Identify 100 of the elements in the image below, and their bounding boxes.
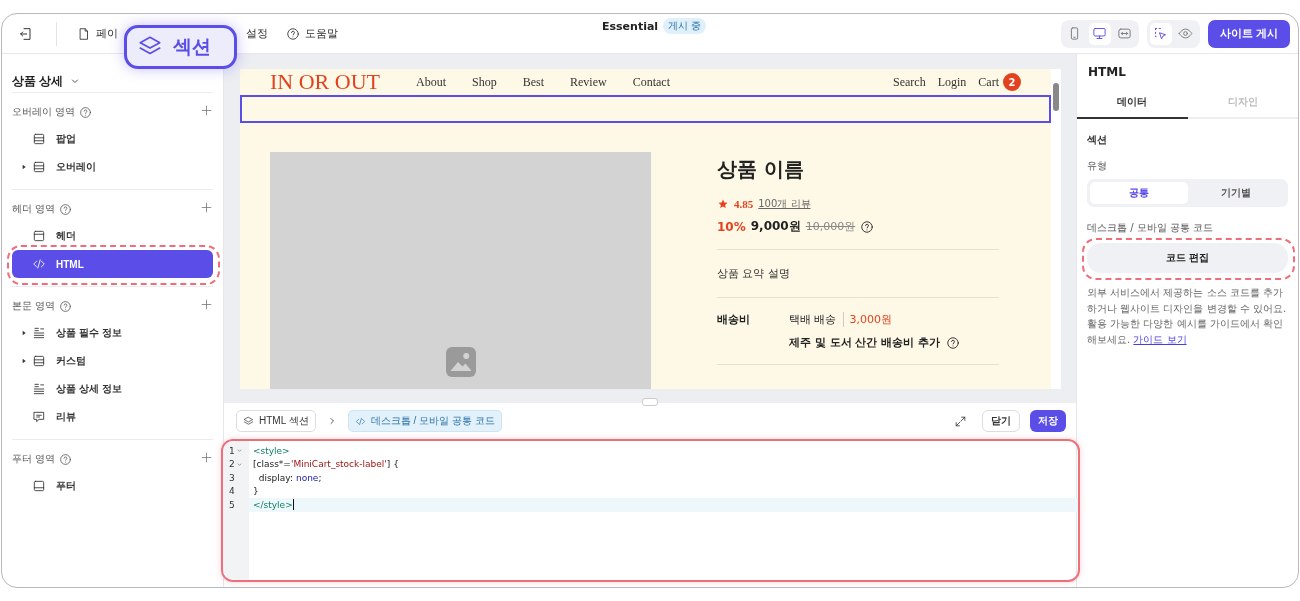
nav-link[interactable]: About xyxy=(416,74,446,90)
expand-icon xyxy=(953,414,967,428)
toggle-option[interactable]: 공통 xyxy=(1090,182,1188,204)
original-price: 10,000원 xyxy=(805,219,856,234)
nav-link[interactable]: Shop xyxy=(472,74,497,90)
fold-toggle-icon[interactable] xyxy=(235,460,243,468)
sidebar-item[interactable]: 팝업 xyxy=(12,125,213,153)
group-title: 헤더 영역 xyxy=(12,202,56,216)
plus-icon xyxy=(200,298,213,311)
nav-link[interactable]: Contact xyxy=(632,74,670,90)
cart-count-badge: 2 xyxy=(1003,73,1021,91)
code-line: <style> xyxy=(252,444,291,458)
edit-code-button[interactable]: 코드 편집 xyxy=(1087,243,1288,273)
breadcrumb-item[interactable]: 데스크톱 / 모바일 공통 코드 xyxy=(347,410,502,432)
sidebar-item[interactable]: 리뷰 xyxy=(12,403,213,431)
scrollbar[interactable] xyxy=(1051,69,1061,389)
shipping-method: 택배 배송 xyxy=(789,312,837,327)
select-button[interactable] xyxy=(1149,22,1172,45)
select-icon xyxy=(1153,26,1169,41)
product-name: 상품 이름 xyxy=(717,156,805,183)
help-icon xyxy=(59,299,73,313)
nav-link[interactable]: Review xyxy=(570,74,607,90)
desktop-icon xyxy=(1092,26,1108,41)
resize-handle[interactable] xyxy=(642,398,658,406)
help-icon xyxy=(79,105,93,119)
close-button[interactable]: 닫기 xyxy=(982,410,1020,432)
description-text: 외부 서비스에서 제공하는 소스 코드를 추가하거나 웹사이트 디자인을 변경할 수 있어요. 활용 가능한 다양한 예시를 가이드에서 확인해보세요. 가이드 보기 xyxy=(1087,286,1288,347)
nav-link[interactable]: Login xyxy=(937,74,967,90)
field-label: 유형 xyxy=(1087,159,1108,173)
sidebar-item[interactable]: 푸터 xyxy=(12,472,213,500)
nav-link[interactable]: Best xyxy=(522,74,545,90)
list-icon xyxy=(32,382,46,396)
shipping-fee: 3,000원 xyxy=(842,312,892,327)
group-title: 본문 영역 xyxy=(12,299,56,313)
eye-icon xyxy=(1178,26,1194,41)
tab[interactable]: 데이터 xyxy=(1077,87,1188,119)
menu-item[interactable]: 설정 xyxy=(244,24,270,43)
nav-link[interactable]: Search xyxy=(893,74,926,90)
responsive-icon xyxy=(1117,26,1133,41)
footer-icon xyxy=(32,479,46,493)
toggle-option[interactable]: 기기별 xyxy=(1187,182,1285,204)
publish-button[interactable]: 사이트 게시 xyxy=(1207,19,1290,48)
site-logo: IN OR OUT xyxy=(270,69,380,95)
status-badge: 게시 중 xyxy=(663,18,707,34)
shipping-label: 배송비 xyxy=(717,312,751,328)
plus-icon xyxy=(200,451,213,464)
plus-icon xyxy=(200,201,213,214)
breadcrumb-item[interactable]: HTML 섹션 xyxy=(236,410,316,432)
nav-link[interactable]: Cart xyxy=(978,74,999,90)
field-label: 데스크톱 / 모바일 공통 코드 xyxy=(1087,221,1215,235)
code-icon xyxy=(32,257,46,271)
layers-icon xyxy=(243,415,254,427)
section-icon xyxy=(32,354,46,368)
selected-section-outline[interactable] xyxy=(240,95,1051,123)
menu-item[interactable]: 페이 xyxy=(75,24,120,43)
sidebar-item[interactable]: 상품 상세 정보 xyxy=(12,375,213,403)
sidebar-item[interactable]: 오버레이 xyxy=(12,153,213,181)
product-summary: 상품 요약 설명 xyxy=(717,266,791,282)
exit-icon xyxy=(18,25,34,42)
group-title: 푸터 영역 xyxy=(12,452,56,466)
code-line: [class*='MiniCart_stock-label'] { xyxy=(252,458,400,471)
sidebar-item[interactable]: HTML xyxy=(12,250,213,278)
shipping-note: 제주 및 도서 산간 배송비 추가 xyxy=(789,335,941,350)
document-icon xyxy=(77,26,91,41)
help-icon xyxy=(286,26,300,41)
sale-price: 9,000원 xyxy=(750,218,801,235)
star-icon xyxy=(717,198,729,210)
comment-icon xyxy=(32,410,46,424)
text-cursor xyxy=(292,499,294,511)
line-number: 5 xyxy=(229,499,235,510)
plus-icon xyxy=(200,104,213,117)
code-line: } xyxy=(252,485,260,498)
section-icon xyxy=(32,132,46,146)
code-line: display: none; xyxy=(257,471,323,485)
line-number: 1 xyxy=(229,445,235,456)
sidebar-item[interactable]: 상품 필수 정보 xyxy=(12,319,213,347)
code-icon xyxy=(354,415,366,427)
help-icon xyxy=(59,452,73,466)
section-heading: 섹션 xyxy=(1087,133,1108,147)
help-icon xyxy=(946,335,961,350)
header-icon xyxy=(32,229,46,243)
line-number: 2 xyxy=(229,459,235,470)
line-number: 3 xyxy=(229,472,235,483)
desktop-button[interactable] xyxy=(1088,22,1111,45)
page-select[interactable]: 상품 상세 xyxy=(12,72,82,90)
sidebar-item[interactable]: 헤더 xyxy=(12,222,213,250)
section-icon xyxy=(32,160,46,174)
reviews-link[interactable]: 100개 리뷰 xyxy=(758,197,811,211)
group-title: 오버레이 영역 xyxy=(12,105,76,119)
fold-toggle-icon[interactable] xyxy=(235,447,243,455)
guide-link[interactable]: 가이드 보기 xyxy=(1133,333,1187,345)
code-editor[interactable]: 1 2 3 4 5 <style> [class*='MiniCart_stock-label'] { display: none; } </style> xyxy=(221,439,1080,582)
rating: 4.85 xyxy=(734,198,754,210)
panel-title: HTML xyxy=(1087,64,1127,81)
site-title: Essential xyxy=(602,19,659,33)
sidebar-item[interactable]: 커스텀 xyxy=(12,347,213,375)
callout-label: 섹션 xyxy=(173,34,211,59)
menu-item[interactable]: 도움말 xyxy=(284,24,340,43)
save-button[interactable]: 저장 xyxy=(1030,410,1066,432)
help-icon xyxy=(860,219,875,234)
